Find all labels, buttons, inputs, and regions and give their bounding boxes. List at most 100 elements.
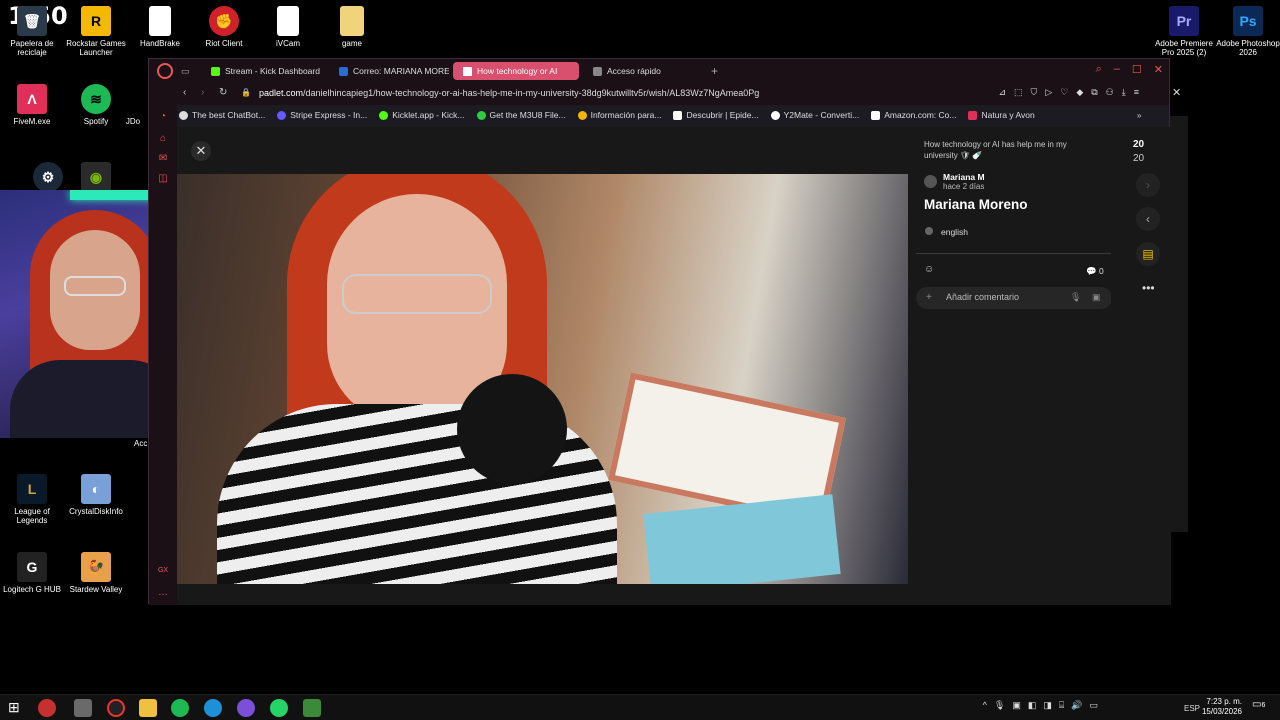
task-view-icon[interactable] xyxy=(74,699,92,717)
address-bar: ‹ › ↻ 🔒 padlet.com/danielhincapieg1/how-… xyxy=(149,83,1169,105)
desktop-icon-jdo[interactable]: JDo xyxy=(118,84,148,126)
avatar xyxy=(924,175,937,188)
spotify-icon[interactable] xyxy=(171,699,189,717)
minecraft-icon[interactable] xyxy=(303,699,321,717)
minimize-button[interactable]: – xyxy=(1114,63,1120,76)
post-video[interactable] xyxy=(177,174,908,584)
puzzle-icon[interactable]: ⧉ xyxy=(1091,87,1097,98)
aria-icon[interactable]: ◔ xyxy=(157,111,169,123)
desktop-icon-crystaldisk[interactable]: ◐ CrystalDiskInfo xyxy=(64,474,128,516)
bookmark-icon xyxy=(871,110,881,120)
desktop-icon-stardew[interactable]: 🐓 Stardew Valley xyxy=(64,552,128,594)
desktop-icon-label: Logitech G HUB xyxy=(3,585,61,594)
comment-input[interactable] xyxy=(946,292,1056,302)
tab-kick[interactable]: Stream - Kick Dashboard xyxy=(201,62,325,80)
desktop-icon-league[interactable]: L League of Legends xyxy=(0,474,64,525)
close-post-button[interactable]: ✕ xyxy=(191,141,211,161)
network-icon[interactable]: ⌸ xyxy=(1059,700,1064,711)
microphone-icon[interactable]: 🎙 xyxy=(994,700,1005,711)
bookmark-item[interactable]: The best ChatBot... xyxy=(179,110,265,120)
forward-button[interactable]: › xyxy=(201,87,204,98)
nvidia-icon: ◉ xyxy=(81,162,111,192)
notification-icon[interactable]: ▭6 xyxy=(1252,699,1266,713)
app-tray-icon[interactable]: ▣ xyxy=(1012,700,1021,711)
next-post-button[interactable]: › xyxy=(1136,173,1160,197)
maximize-button[interactable]: ☐ xyxy=(1132,63,1142,76)
menu-icon[interactable]: ≡ xyxy=(1134,87,1139,98)
search-icon[interactable]: ⌕ xyxy=(1096,63,1102,76)
desktop-icon-ivcam[interactable]: iVCam xyxy=(256,6,320,48)
extension-icon[interactable]: ◆ xyxy=(1076,87,1083,98)
video-camera-icon[interactable]: ▣ xyxy=(1092,292,1101,303)
sidebar-close-icon[interactable]: ✕ xyxy=(1172,86,1181,99)
download-icon[interactable]: ⤓ xyxy=(1122,87,1126,98)
tab-menu-icon[interactable]: ▭ xyxy=(181,66,193,77)
desktop-icon-handbrake[interactable]: HandBrake xyxy=(128,6,192,48)
opera-logo-icon[interactable] xyxy=(157,63,173,79)
add-reaction-icon[interactable]: ☺ xyxy=(924,264,934,275)
disk-icon: ◐ xyxy=(81,474,111,504)
desktop-icon-recycle-bin[interactable]: 🗑 Papelera de reciclaje xyxy=(0,6,64,57)
bookmark-label: Información para... xyxy=(590,110,662,120)
account-icon[interactable]: ⚇ xyxy=(1106,87,1114,98)
desktop-icon-riot[interactable]: ✊ Riot Client xyxy=(192,6,256,48)
taskbar-clock[interactable]: 7:23 p. m. 15/03/2026 xyxy=(1202,697,1242,717)
post-format-icon[interactable]: ▤ xyxy=(1136,242,1160,266)
edge-icon[interactable] xyxy=(204,699,222,717)
tab-quick-access[interactable]: Acceso rápido xyxy=(583,62,703,80)
language-indicator[interactable]: ESP xyxy=(1184,704,1200,713)
desktop-icon-logitech[interactable]: G Logitech G HUB xyxy=(0,552,64,594)
chat-app-icon[interactable] xyxy=(237,699,255,717)
more-options-icon[interactable]: ••• xyxy=(1142,281,1155,295)
gx-icon[interactable]: GX xyxy=(157,565,169,577)
windows-start-icon[interactable]: ⊞ xyxy=(8,699,26,717)
close-button[interactable]: ✕ xyxy=(1154,63,1163,76)
app-tray-icon[interactable]: ◨ xyxy=(1043,700,1052,711)
back-button[interactable]: ‹ xyxy=(183,87,186,98)
tab-label: How technology or AI xyxy=(477,66,558,76)
desktop-icon-photoshop[interactable]: Ps Adobe Photoshop 2026 xyxy=(1216,6,1280,57)
bookmark-item[interactable]: Amazon.com: Co... xyxy=(871,110,956,120)
bookmark-item[interactable]: Get the M3U8 File... xyxy=(476,110,566,120)
play-icon[interactable]: ▷ xyxy=(1045,87,1052,98)
bookmark-item[interactable]: Kicklet.app - Kick... xyxy=(379,110,465,120)
messenger-icon[interactable]: ◫ xyxy=(157,173,169,185)
microphone-icon[interactable]: 🎙 xyxy=(1070,292,1081,303)
bookmark-item[interactable]: Natura y Avon xyxy=(968,110,1035,120)
previous-post-button[interactable]: ‹ xyxy=(1136,207,1160,231)
heart-icon[interactable]: ♡ xyxy=(1060,87,1068,98)
pin-icon[interactable]: ⊿ xyxy=(998,87,1006,98)
url-field[interactable]: padlet.com/danielhincapieg1/how-technolo… xyxy=(259,88,759,98)
add-attachment-icon[interactable]: + xyxy=(926,292,932,303)
tab-outlook[interactable]: Correo: MARIANA MORENO xyxy=(329,62,449,80)
desktop-icon-fivem[interactable]: Λ FiveM.exe xyxy=(0,84,64,126)
volume-icon[interactable]: 🔊 xyxy=(1071,700,1082,711)
bookmark-item[interactable]: Stripe Express - In... xyxy=(277,110,367,120)
tab-padlet[interactable]: How technology or AI xyxy=(453,62,579,80)
bookmark-item[interactable]: Información para... xyxy=(577,110,662,120)
reload-button[interactable]: ↻ xyxy=(219,87,227,98)
bookmark-icon xyxy=(277,110,287,120)
desktop-icon-game[interactable]: game xyxy=(320,6,384,48)
sidebar-more-icon[interactable]: … xyxy=(157,587,169,599)
shield-icon[interactable]: ⛉ xyxy=(1031,87,1038,98)
whatsapp-icon[interactable] xyxy=(270,699,288,717)
stardew-icon: 🐓 xyxy=(81,552,111,582)
file-explorer-icon[interactable] xyxy=(139,699,157,717)
app-tray-icon[interactable]: ◧ xyxy=(1028,700,1037,711)
desktop-icon-rockstar[interactable]: R Rockstar Games Launcher xyxy=(64,6,128,57)
desktop-icon-premiere[interactable]: Pr Adobe Premiere Pro 2025 (2) xyxy=(1152,6,1216,57)
obs-icon[interactable] xyxy=(107,699,125,717)
battery-icon[interactable]: ▭ xyxy=(1089,700,1098,711)
mail-icon[interactable]: ✉ xyxy=(157,153,169,165)
desktop-icon-label: Adobe Premiere Pro 2025 (2) xyxy=(1155,39,1213,57)
chevron-up-icon[interactable]: ^ xyxy=(983,700,987,711)
new-tab-button[interactable]: + xyxy=(711,64,718,78)
bookmark-item[interactable]: Descubrir | Epide... xyxy=(673,110,759,120)
opera-gx-icon[interactable] xyxy=(38,699,56,717)
shopping-icon[interactable]: ⌂ xyxy=(157,133,169,145)
desktop-icon-label: game xyxy=(341,39,362,48)
bookmarks-overflow-icon[interactable]: » xyxy=(1137,110,1142,120)
bookmark-item[interactable]: Y2Mate - Converti... xyxy=(770,110,859,120)
screenshot-icon[interactable]: ⬚ xyxy=(1014,87,1023,98)
